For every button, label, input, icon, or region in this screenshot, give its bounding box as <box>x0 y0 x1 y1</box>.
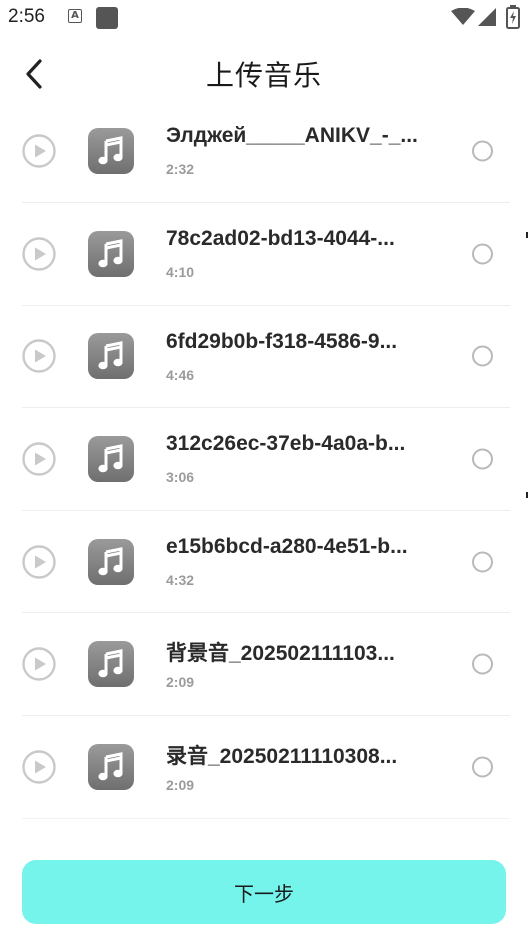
select-radio[interactable] <box>472 653 493 675</box>
song-row[interactable]: 78c2ad02-bd13-4044-... 4:10 <box>22 203 510 306</box>
song-title: e15b6bcd-a280-4e51-b... <box>166 534 408 558</box>
song-duration: 4:46 <box>166 366 195 383</box>
music-note-icon <box>88 435 134 482</box>
select-radio[interactable] <box>472 756 493 778</box>
play-icon[interactable] <box>22 134 56 168</box>
song-title: 312c26ec-37eb-4a0a-b... <box>166 432 406 456</box>
song-row[interactable]: 背景音_202502111103... 2:09 <box>22 613 510 716</box>
song-list: Элджей_____ANIKV_-_... 2:32 78c2ad02-bd1… <box>22 100 510 819</box>
play-icon[interactable] <box>22 544 56 579</box>
select-radio[interactable] <box>472 345 493 367</box>
song-duration: 2:09 <box>166 776 195 793</box>
music-note-icon <box>88 230 134 277</box>
music-note-icon <box>88 128 134 174</box>
song-row[interactable]: 6fd29b0b-f318-4586-9... 4:46 <box>22 306 510 409</box>
page-title: 上传音乐 <box>205 59 322 92</box>
select-radio[interactable] <box>472 551 493 573</box>
play-icon[interactable] <box>22 442 56 476</box>
song-title: 78c2ad02-bd13-4044-... <box>166 227 395 250</box>
play-icon[interactable] <box>22 237 56 271</box>
notification-a-icon: A <box>68 9 82 23</box>
song-duration: 4:10 <box>166 264 195 280</box>
screen: 2:56 A 上传音乐 Элджей_____ANIKV_-_... 2:32 … <box>0 0 528 938</box>
battery-icon <box>506 5 520 29</box>
song-title: Элджей_____ANIKV_-_... <box>166 124 418 147</box>
music-note-icon <box>88 641 134 688</box>
status-bar: 2:56 A <box>0 0 528 36</box>
signal-icon <box>478 8 496 26</box>
song-title: 6fd29b0b-f318-4586-9... <box>166 329 398 353</box>
music-note-icon <box>88 333 134 380</box>
select-radio[interactable] <box>472 448 493 470</box>
select-radio[interactable] <box>472 243 493 265</box>
song-row[interactable]: 录音_20250211110308... 2:09 <box>22 716 510 819</box>
music-note-icon <box>88 538 134 585</box>
next-step-button[interactable]: 下一步 <box>22 860 506 924</box>
song-row[interactable]: Элджей_____ANIKV_-_... 2:32 <box>22 100 510 203</box>
song-row[interactable]: e15b6bcd-a280-4e51-b... 4:32 <box>22 511 510 614</box>
song-row[interactable]: 312c26ec-37eb-4a0a-b... 3:06 <box>22 408 510 511</box>
song-duration: 3:06 <box>166 469 195 486</box>
play-icon[interactable] <box>22 339 56 374</box>
play-icon[interactable] <box>22 750 56 784</box>
select-radio[interactable] <box>472 140 493 162</box>
song-duration: 2:09 <box>166 674 195 691</box>
song-duration: 4:32 <box>166 571 195 588</box>
play-icon[interactable] <box>22 647 56 681</box>
app-square-icon <box>96 7 118 29</box>
song-title: 背景音_202502111103... <box>166 642 395 666</box>
song-title: 录音_20250211110308... <box>166 744 398 768</box>
wifi-icon <box>451 8 475 25</box>
header: 上传音乐 <box>0 40 528 108</box>
music-note-icon <box>88 743 134 790</box>
song-duration: 2:32 <box>166 161 195 177</box>
status-time: 2:56 <box>8 6 45 27</box>
